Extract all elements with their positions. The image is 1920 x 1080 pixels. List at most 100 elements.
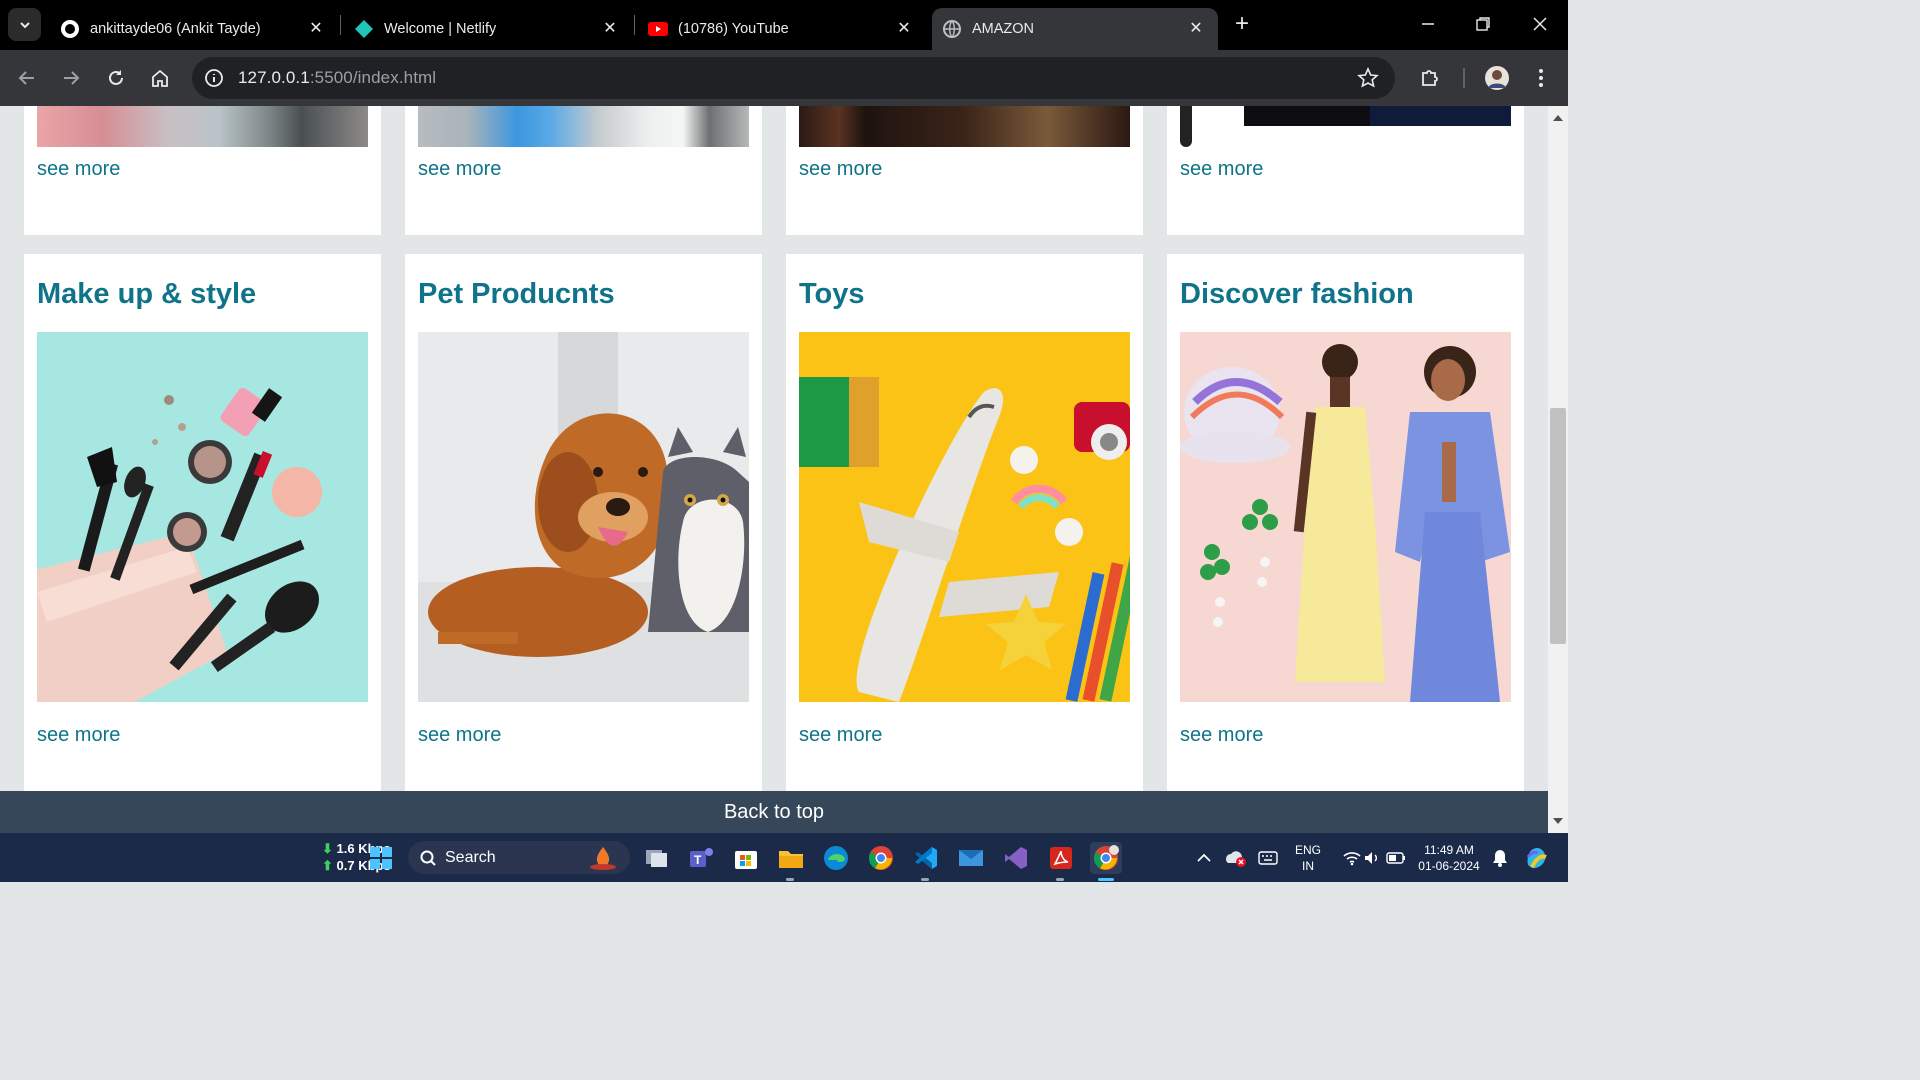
see-more-link[interactable]: see more xyxy=(1180,158,1263,181)
see-more-link[interactable]: see more xyxy=(799,158,882,181)
url-path: :5500/index.html xyxy=(309,68,437,87)
language-indicator[interactable]: ENG IN xyxy=(1290,842,1326,874)
tab-github[interactable]: ankittayde06 (Ankit Tayde) ✕ xyxy=(48,8,338,50)
github-icon xyxy=(61,20,79,38)
see-more-link[interactable]: see more xyxy=(1180,724,1263,747)
minimize-button[interactable] xyxy=(1408,8,1448,40)
close-icon[interactable]: ✕ xyxy=(1184,16,1208,40)
chrome-profile-button[interactable] xyxy=(1090,842,1122,874)
product-image xyxy=(1180,106,1511,147)
back-to-top-link[interactable]: Back to top xyxy=(0,791,1548,833)
teams-button[interactable]: T xyxy=(685,842,717,874)
tab-title: ankittayde06 (Ankit Tayde) xyxy=(90,21,261,37)
onedrive-button[interactable] xyxy=(1220,842,1252,874)
chevron-up-icon xyxy=(1197,853,1211,862)
url-host: 127.0.0.1 xyxy=(238,68,310,87)
clock-date: 01-06-2024 xyxy=(1418,859,1480,873)
see-more-link[interactable]: see more xyxy=(418,158,501,181)
toys-image[interactable] xyxy=(799,332,1130,702)
taskbar-search[interactable]: Search xyxy=(408,841,630,874)
keyboard-button[interactable] xyxy=(1252,842,1284,874)
scroll-up-icon[interactable] xyxy=(1553,113,1563,121)
vscode-button[interactable] xyxy=(910,842,942,874)
battery-icon xyxy=(1386,852,1405,864)
notifications-button[interactable] xyxy=(1484,842,1516,874)
card-title: Make up & style xyxy=(37,278,257,310)
tab-title: (10786) YouTube xyxy=(678,21,789,37)
task-view-icon xyxy=(646,850,667,867)
chrome-icon xyxy=(1093,845,1119,870)
scroll-thumb[interactable] xyxy=(1550,408,1566,644)
more-vertical-icon xyxy=(1539,69,1543,87)
card-title: Toys xyxy=(799,278,865,310)
close-icon xyxy=(1533,17,1547,31)
star-icon[interactable] xyxy=(1357,67,1379,89)
start-button[interactable] xyxy=(365,842,397,874)
keyboard-icon xyxy=(1258,851,1278,865)
browser-toolbar: 127.0.0.1:5500/index.html xyxy=(0,50,1568,106)
back-button[interactable] xyxy=(11,62,43,94)
close-icon[interactable]: ✕ xyxy=(598,16,622,40)
page-content: see more see more see more see more Make… xyxy=(0,106,1548,833)
tab-amazon[interactable]: AMAZON ✕ xyxy=(932,8,1218,50)
home-button[interactable] xyxy=(144,62,176,94)
product-image xyxy=(37,106,368,147)
speaker-icon xyxy=(1365,852,1377,864)
restore-button[interactable] xyxy=(1463,8,1503,40)
see-more-link[interactable]: see more xyxy=(799,724,882,747)
edge-icon xyxy=(824,846,848,870)
region-code: IN xyxy=(1302,859,1314,873)
svg-text:T: T xyxy=(694,853,702,867)
see-more-link[interactable]: see more xyxy=(418,724,501,747)
acrobat-button[interactable] xyxy=(1045,842,1077,874)
minimize-icon xyxy=(1422,23,1434,25)
close-window-button[interactable] xyxy=(1520,8,1560,40)
file-explorer-button[interactable] xyxy=(775,842,807,874)
top-card-2: see more xyxy=(405,106,762,235)
edge-button[interactable] xyxy=(820,842,852,874)
arrow-right-icon xyxy=(64,71,80,85)
reload-button[interactable] xyxy=(100,62,132,94)
close-icon[interactable]: ✕ xyxy=(304,16,328,40)
browser-tabstrip: ankittayde06 (Ankit Tayde) ✕ Welcome | N… xyxy=(0,0,1568,50)
close-icon[interactable]: ✕ xyxy=(892,16,916,40)
teams-icon: T xyxy=(690,848,713,867)
see-more-link[interactable]: see more xyxy=(37,724,120,747)
task-view-button[interactable] xyxy=(641,842,673,874)
new-tab-button[interactable]: + xyxy=(1222,8,1262,40)
bell-icon xyxy=(1493,850,1507,867)
extensions-button[interactable] xyxy=(1414,62,1446,94)
pet-image[interactable] xyxy=(418,332,749,702)
tray-overflow-button[interactable] xyxy=(1188,842,1220,874)
tab-search-button[interactable] xyxy=(8,8,41,41)
search-highlight-icon xyxy=(590,847,616,870)
store-button[interactable] xyxy=(730,842,762,874)
windows-icon xyxy=(370,847,392,869)
visual-studio-button[interactable] xyxy=(1000,842,1032,874)
copilot-icon xyxy=(1526,848,1547,869)
scroll-down-icon[interactable] xyxy=(1553,818,1563,826)
chevron-down-icon xyxy=(19,21,30,28)
clock[interactable]: 11:49 AM 01-06-2024 xyxy=(1412,842,1486,874)
tab-netlify[interactable]: Welcome | Netlify ✕ xyxy=(342,8,632,50)
info-icon[interactable] xyxy=(204,68,224,88)
menu-button[interactable] xyxy=(1525,62,1557,94)
youtube-icon xyxy=(648,22,668,36)
tab-youtube[interactable]: (10786) YouTube ✕ xyxy=(636,8,926,50)
makeup-image[interactable] xyxy=(37,332,368,702)
url-text[interactable]: 127.0.0.1:5500/index.html xyxy=(238,68,436,88)
mail-button[interactable] xyxy=(955,842,987,874)
battery-button[interactable] xyxy=(1380,842,1412,874)
address-bar[interactable]: 127.0.0.1:5500/index.html xyxy=(192,57,1395,99)
category-card-fashion: Discover fashion see more xyxy=(1167,254,1524,833)
chrome-button[interactable] xyxy=(865,842,897,874)
forward-button[interactable] xyxy=(55,62,87,94)
tab-title: Welcome | Netlify xyxy=(384,21,497,37)
mail-icon xyxy=(959,850,983,866)
see-more-link[interactable]: see more xyxy=(37,158,120,181)
copilot-button[interactable] xyxy=(1520,842,1552,874)
fashion-image[interactable] xyxy=(1180,332,1511,702)
profile-avatar[interactable] xyxy=(1481,62,1513,94)
visual-studio-icon xyxy=(1005,847,1027,869)
netlify-icon xyxy=(355,20,373,38)
